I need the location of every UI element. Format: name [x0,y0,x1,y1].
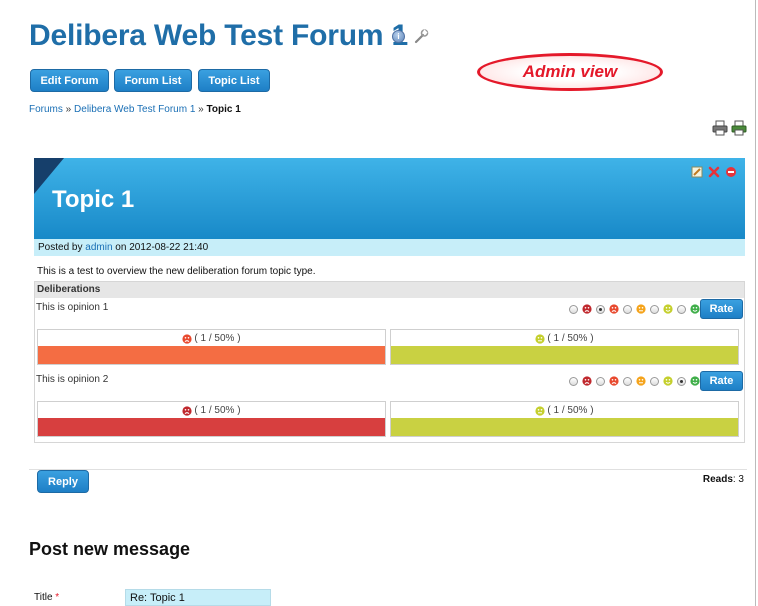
result-positive: ( 1 / 50% ) [390,329,739,365]
rating-radio[interactable] [623,376,632,386]
result-bar [38,346,385,364]
breadcrumb: Forums » Delibera Web Test Forum 1 » Top… [29,104,241,115]
forum-title: Delibera Web Test Forum 1 [29,19,408,52]
topic-box: Topic 1 Posted by admin on 2012-08-22 21… [34,158,745,443]
result-count: ( 1 / 50% ) [547,333,594,344]
very-happy-icon [690,304,700,314]
info-icon[interactable]: i [392,29,405,43]
rating-radio[interactable] [623,304,632,314]
breadcrumb-separator: » [195,104,207,115]
happy-icon [663,376,673,386]
posted-by-bar: Posted by admin on 2012-08-22 21:40 [34,239,745,256]
breadcrumb-separator: » [62,104,75,115]
posted-date: on 2012-08-22 21:40 [112,242,209,253]
rating-radio[interactable] [677,376,686,386]
required-mark: * [52,592,60,603]
result-bar [391,418,738,436]
result-positive: ( 1 / 50% ) [390,401,739,437]
opinion-row: This is opinion 2 Rate ( 1 / 50% ) ( 1 /… [35,370,744,442]
rating-radio[interactable] [650,376,659,386]
title-field-label: Title * [34,592,59,603]
smile-yellow-green-icon [535,405,546,416]
rating-radio[interactable] [569,376,578,386]
unhappy-icon [609,376,619,386]
neutral-icon [636,304,646,314]
topic-title: Topic 1 [52,186,135,213]
admin-view-badge: Admin view [477,53,663,91]
result-label: ( 1 / 50% ) [38,402,385,419]
print-icon[interactable] [712,120,728,136]
result-negative: ( 1 / 50% ) [37,329,386,365]
rating-radio[interactable] [596,376,605,386]
reads-label: Reads [702,474,733,485]
rate-button[interactable]: Rate [700,299,743,319]
breadcrumb-current: Topic 1 [206,104,241,115]
very-unhappy-icon [182,405,193,416]
result-count: ( 1 / 50% ) [194,333,241,344]
print-icons [712,120,747,136]
result-label: ( 1 / 50% ) [391,402,738,419]
topic-list-button[interactable]: Topic List [198,69,270,92]
reads-value: : 3 [732,474,744,485]
very-unhappy-icon [582,304,592,314]
opinion-text: This is opinion 2 [36,374,109,385]
edit-forum-button[interactable]: Edit Forum [30,69,109,92]
reads-count: Reads: 3 [703,474,744,485]
result-count: ( 1 / 50% ) [547,405,594,416]
very-unhappy-icon [582,376,592,386]
topic-body: This is a test to overview the new delib… [37,266,316,277]
post-new-message-heading: Post new message [29,539,191,559]
reply-button[interactable]: Reply [37,470,89,493]
breadcrumb-forums-link[interactable]: Forums [29,104,63,115]
result-bar [391,346,738,364]
unhappy-red-icon [182,333,193,344]
title-label-text: Title [34,592,53,603]
block-icon[interactable] [725,166,737,178]
result-label: ( 1 / 50% ) [38,330,385,347]
deliberations-panel: Deliberations This is opinion 1 Rate ( 1… [34,281,745,443]
rating-radio[interactable] [650,304,659,314]
forum-title-icons: i [392,28,429,44]
rating-scale [569,376,700,386]
rating-radio[interactable] [596,304,605,314]
divider [29,469,747,470]
topic-actions [691,166,737,178]
wrench-icon[interactable] [413,28,429,44]
result-label: ( 1 / 50% ) [391,330,738,347]
neutral-icon [636,376,646,386]
rating-radio[interactable] [677,304,686,314]
title-input[interactable] [125,589,271,606]
happy-icon [663,304,673,314]
topic-header: Topic 1 [34,158,745,239]
author-link[interactable]: admin [85,242,112,253]
smile-yellow-green-icon [535,333,546,344]
opinion-row: This is opinion 1 Rate ( 1 / 50% ) ( 1 /… [35,298,744,370]
very-happy-icon [690,376,700,386]
opinion-text: This is opinion 1 [36,302,109,313]
deliberations-heading: Deliberations [35,282,744,298]
result-count: ( 1 / 50% ) [194,405,241,416]
result-bar [38,418,385,436]
delete-icon[interactable] [708,166,720,178]
rating-radio[interactable] [569,304,578,314]
result-negative: ( 1 / 50% ) [37,401,386,437]
forum-list-button[interactable]: Forum List [114,69,192,92]
rate-button[interactable]: Rate [700,371,743,391]
posted-by-prefix: Posted by [38,242,86,253]
print-preview-icon[interactable] [731,120,747,136]
rating-scale [569,304,700,314]
breadcrumb-forum-link[interactable]: Delibera Web Test Forum 1 [74,104,195,115]
unhappy-icon [609,304,619,314]
edit-icon[interactable] [691,166,703,178]
